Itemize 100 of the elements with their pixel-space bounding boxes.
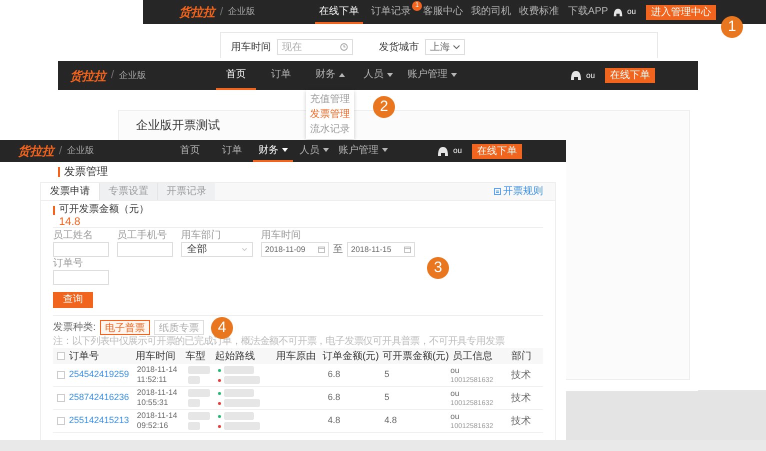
checkbox[interactable] [57, 371, 65, 379]
action-button[interactable]: 在线下单 [605, 68, 655, 83]
nav-tab[interactable]: 订单 [211, 140, 254, 162]
table-cell: 09:52:16 [136, 421, 168, 431]
chevron-down-icon [242, 248, 247, 251]
table-cell-text: 6.8 [328, 391, 342, 404]
blurred-text-block [224, 366, 254, 374]
filter-input-field[interactable] [117, 242, 173, 257]
table-cell-text: 技术 [510, 392, 532, 406]
date-input-field[interactable]: 2018-11-15 [347, 242, 415, 257]
edition-label: 企业版 [228, 5, 256, 18]
blurred-text-block [224, 376, 260, 384]
column-header: 可开票金额(元) [382, 350, 448, 364]
column-header: 部门 [511, 350, 532, 364]
nav-tab[interactable]: 收费标准 [515, 0, 564, 24]
edition-label: 企业版 [67, 144, 94, 158]
nav-tab[interactable]: 人员 [293, 140, 336, 162]
blurred-text-block [188, 389, 210, 397]
blurred-text-block [224, 389, 254, 397]
blurred-text-block [188, 376, 200, 384]
department-select[interactable]: 全部 [181, 242, 253, 257]
field-label: 用车时间 [231, 40, 271, 54]
table-cell: 2018-11-14 [136, 365, 178, 375]
table-cell-text: 4.8 [328, 414, 342, 428]
heading-accent-bar [58, 167, 60, 177]
city-select[interactable]: 上海 [425, 39, 465, 55]
table-cell-text: 5 [384, 368, 390, 382]
chevron-down-icon [453, 45, 460, 49]
blurred-text-block [188, 412, 210, 420]
nav-tab[interactable]: 首页 [169, 140, 212, 162]
menu-item[interactable]: 发票管理 [306, 107, 354, 122]
blurred-text-block [224, 412, 254, 420]
nav-tab[interactable]: 首页 [216, 61, 256, 90]
table-cell: ou [450, 388, 460, 398]
column-header: 用车时间 [135, 350, 176, 364]
nav-tab[interactable]: 我的司机 [467, 0, 516, 24]
filter-label: 用车时间 [261, 230, 301, 242]
field-label: 发货城市 [379, 40, 419, 54]
nav-tab[interactable]: 账户管理 [402, 61, 462, 90]
column-header: 订单号 [69, 350, 100, 364]
nav-tab[interactable]: 在线下单 [315, 0, 364, 24]
nav-tab[interactable]: 订单 [256, 61, 306, 90]
checkbox[interactable] [57, 417, 65, 425]
nav-tab[interactable]: 下载APP [563, 0, 614, 24]
order-number-link[interactable]: 254542419259 [69, 368, 133, 382]
nav-tab[interactable]: 账户管理 [335, 140, 392, 162]
user-name: ou [627, 6, 636, 18]
order-number-link[interactable]: 255142415213 [69, 414, 133, 428]
table-cell-text: 4.8 [384, 414, 398, 428]
filter-label: 员工姓名 [53, 230, 93, 242]
clock-icon [340, 43, 348, 51]
table-cell: 11:52:11 [136, 375, 167, 385]
action-button[interactable]: 进入管理中心 [646, 4, 716, 20]
brand-logo[interactable]: 货拉拉 [18, 142, 54, 160]
amount-accent-bar [53, 206, 55, 214]
checkbox[interactable] [57, 394, 65, 402]
nav-tab[interactable]: 人员 [354, 61, 402, 90]
user-name: ou [453, 145, 462, 157]
filter-input-field[interactable] [53, 270, 109, 285]
column-header: 车型 [185, 350, 206, 364]
invoice-type-option[interactable]: 电子普票 [100, 320, 150, 335]
brand-logo[interactable]: 货拉拉 [70, 66, 106, 84]
brand-logo[interactable]: 货拉拉 [179, 3, 215, 21]
rules-link[interactable]: 开票规则 [494, 184, 543, 199]
date-input-field[interactable]: 2018-11-09 [261, 242, 329, 257]
amount-label: 可开发票金额（元） [59, 204, 149, 216]
query-button[interactable]: 查询 [53, 292, 93, 308]
filter-label: 用车部门 [181, 230, 221, 242]
column-header: 员工信息 [452, 350, 494, 364]
nav-tab[interactable]: 财务 [253, 140, 294, 162]
table-cell: 10:55:31 [136, 398, 168, 408]
blurred-text-block [188, 422, 200, 430]
calendar-icon [318, 246, 325, 253]
column-header: 起始路线 [215, 350, 256, 364]
nav-tab[interactable]: 财务 [306, 61, 354, 90]
page-heading: 发票管理 [64, 164, 108, 180]
amount-value: 14.8 [59, 216, 80, 228]
tab[interactable]: 发票申请 [41, 183, 99, 200]
table-cell-text: 技术 [510, 368, 532, 382]
document-icon [494, 188, 501, 195]
order-number-link[interactable]: 258742416236 [69, 391, 133, 405]
action-button[interactable]: 在线下单 [472, 144, 522, 158]
avatar-icon [613, 6, 624, 18]
filter-label: 订单号 [53, 258, 83, 270]
blurred-text-block [224, 422, 260, 430]
table-cell: 2018-11-14 [136, 388, 178, 398]
blurred-text-block [188, 366, 210, 374]
filter-input-field[interactable] [53, 242, 109, 257]
avatar-icon [570, 70, 582, 81]
edition-label: 企业版 [119, 68, 146, 82]
logo-separator: / [59, 144, 62, 159]
table-cell-text: 5 [384, 391, 390, 404]
logo-separator: / [111, 68, 114, 84]
column-header: 订单金额(元) [322, 350, 378, 364]
checkbox[interactable] [57, 352, 65, 360]
table-cell: 2018-11-14 [136, 411, 178, 421]
avatar-icon [437, 146, 450, 156]
range-separator: 至 [333, 243, 343, 257]
logo-separator: / [220, 4, 224, 20]
filter-label: 员工手机号 [117, 230, 167, 242]
